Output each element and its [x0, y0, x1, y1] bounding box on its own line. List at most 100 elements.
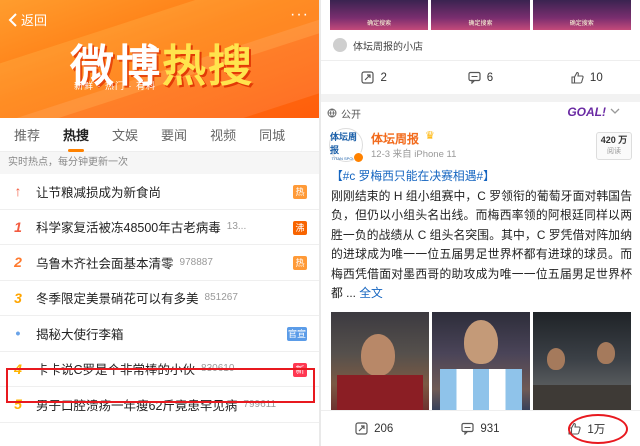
hot-item-2[interactable]: 2 乌鲁木齐社会面基本清零 978887 热 — [0, 245, 319, 281]
like-count: 10 — [589, 71, 603, 84]
rank-number: 4 — [14, 360, 22, 377]
hot-badge: 热 — [293, 256, 307, 270]
post-meta: 12-3 来自 iPhone 11 — [371, 149, 457, 160]
hot-item-3[interactable]: 3 冬季限定美景硝花可以有多美 851267 — [0, 281, 319, 316]
hot-item-title: 乌鲁木齐社会面基本清零 — [36, 256, 174, 271]
rank-number: 3 — [14, 289, 22, 306]
chevron-left-icon — [8, 12, 17, 27]
hot-search-banner: 返回 ··· 微博热搜 新鲜 · 热门 · 有料 — [0, 0, 319, 118]
hot-item-title: 男子口腔溃疡一年瘦62斤竟患罕见病 — [36, 398, 238, 413]
tab-hot-search[interactable]: 热搜 — [63, 125, 89, 152]
goal-logo: GOAL! — [567, 105, 606, 119]
crown-icon: ♛ — [425, 130, 435, 142]
image-caption: 确定搜索 — [468, 21, 493, 27]
comment-icon — [461, 422, 474, 435]
shop-avatar — [333, 38, 347, 52]
previous-post-images: 确定搜索 确定搜索 确定搜索 — [321, 0, 640, 30]
repost-icon — [361, 71, 375, 84]
hot-item-count: 830610 — [201, 363, 235, 375]
logo-part-hot: 热搜 — [162, 41, 254, 92]
author-name[interactable]: 体坛周报 — [371, 130, 419, 147]
photo-ronaldo[interactable] — [331, 311, 429, 415]
category-tabs: 推荐 热搜 文娱 要闻 视频 同城 — [0, 118, 319, 152]
hot-item-count: 13... — [226, 221, 247, 233]
image-thumbnail[interactable]: 确定搜索 — [330, 0, 429, 30]
hot-item-title: 让节粮减损成为新食尚 — [36, 185, 162, 200]
comment-button[interactable]: 931 — [427, 422, 533, 435]
hot-item-promoted[interactable]: • 揭秘大使行李箱 官宣 — [0, 316, 319, 352]
hot-item-pinned[interactable]: ↑ 让节粮减损成为新食尚 热 — [0, 174, 319, 210]
tab-local[interactable]: 同城 — [259, 125, 285, 144]
tab-entertainment[interactable]: 文娱 — [112, 125, 138, 144]
repost-count: 206 — [374, 422, 394, 435]
thumbs-up-icon — [571, 71, 584, 84]
hot-item-count: 978887 — [179, 256, 213, 268]
post-text: 刚刚结束的 H 组小组赛中，C 罗领衔的葡萄牙面对韩国告负，但仍以小组头名出线。… — [331, 188, 632, 301]
back-button[interactable]: 返回 — [8, 10, 47, 29]
repost-count: 2 — [380, 71, 387, 84]
verified-badge-icon — [353, 152, 364, 163]
image-caption: 确定搜索 — [569, 21, 594, 27]
weibo-post-panel: 确定搜索 确定搜索 确定搜索 体坛周报的小店 2 6 10 公开 GOAL! 体… — [321, 0, 640, 446]
tab-recommend[interactable]: 推荐 — [14, 125, 40, 144]
like-button[interactable]: 10 — [534, 71, 640, 84]
photo-chess[interactable] — [533, 311, 631, 415]
post-photos — [321, 304, 640, 415]
feed-separator — [321, 94, 640, 102]
promoted-dot-icon: • — [15, 325, 21, 342]
like-count: 1万 — [587, 423, 606, 436]
hot-badge: 热 — [293, 185, 307, 199]
chevron-down-icon[interactable] — [610, 107, 620, 115]
hot-item-title: 冬季限定美景硝花可以有多美 — [36, 292, 199, 307]
read-label: 阅读 — [607, 148, 621, 155]
comment-count: 931 — [480, 422, 500, 435]
hot-item-4[interactable]: 4 卡卡说C罗是个非常棒的小伙 830610 新 — [0, 352, 319, 387]
comment-icon — [468, 71, 481, 84]
rank-number: 5 — [14, 396, 22, 413]
hot-search-panel: 返回 ··· 微博热搜 新鲜 · 热门 · 有料 推荐 热搜 文娱 要闻 视频 … — [0, 0, 319, 446]
tab-video[interactable]: 视频 — [210, 125, 236, 144]
shop-link[interactable]: 体坛周报的小店 — [321, 30, 640, 60]
image-thumbnail[interactable]: 确定搜索 — [532, 0, 631, 30]
back-label: 返回 — [21, 13, 48, 28]
image-caption: 确定搜索 — [367, 21, 392, 27]
hot-item-1[interactable]: 1 科学家复活被冻48500年古老病毒 13... 沸 — [0, 210, 319, 245]
hot-item-5[interactable]: 5 男子口腔溃疡一年瘦62斤竟患罕见病 799611 — [0, 387, 319, 423]
repost-button[interactable]: 206 — [321, 422, 427, 435]
image-thumbnail[interactable]: 确定搜索 — [431, 0, 530, 30]
rank-number: 1 — [14, 218, 22, 235]
globe-icon — [327, 108, 337, 118]
thumbs-up-icon — [568, 422, 581, 435]
comment-button[interactable]: 6 — [427, 71, 533, 84]
repost-icon — [355, 422, 368, 435]
realtime-notice: 实时热点，每分钟更新一次 — [0, 152, 319, 174]
hot-item-count: 851267 — [204, 292, 238, 304]
visibility-label: 公开 — [341, 109, 361, 121]
read-count: 420 万 — [600, 135, 628, 145]
more-options-icon[interactable]: ··· — [290, 6, 309, 24]
post-hashtag[interactable]: 【#c 罗梅西只能在决赛相遇#】 — [331, 169, 495, 183]
full-text-link[interactable]: 全文 — [359, 286, 383, 300]
repost-button[interactable]: 2 — [321, 71, 427, 84]
like-button[interactable]: 1万 — [534, 421, 640, 437]
post-author: 体坛周报 TITAN SPORTS 体坛周报 ♛ 12-3 来自 iPhone … — [321, 124, 640, 166]
visibility-row: 公开 GOAL! — [321, 102, 640, 124]
logo-subtitle: 新鲜 · 热门 · 有料 — [74, 81, 156, 91]
post-body: 【#c 罗梅西只能在决赛相遇#】 刚刚结束的 H 组小组赛中，C 罗领衔的葡萄牙… — [321, 166, 640, 304]
previous-post-actions: 2 6 10 — [321, 60, 640, 94]
tab-news[interactable]: 要闻 — [161, 125, 187, 144]
photo-messi[interactable] — [432, 311, 530, 415]
hot-item-title: 科学家复活被冻48500年古老病毒 — [36, 221, 221, 236]
post-actions: 206 931 1万 — [321, 410, 640, 446]
read-count-badge: 420 万 阅读 — [596, 132, 632, 160]
shop-label: 体坛周报的小店 — [353, 41, 423, 53]
new-badge: 新 — [293, 362, 307, 377]
pinned-icon: ↑ — [14, 183, 22, 200]
hot-item-title: 揭秘大使行李箱 — [36, 327, 124, 342]
hot-item-title: 卡卡说C罗是个非常棒的小伙 — [36, 363, 196, 378]
boiling-badge: 沸 — [293, 220, 307, 235]
hot-item-count: 799611 — [243, 398, 277, 410]
hot-search-list: ↑ 让节粮减损成为新食尚 热 1 科学家复活被冻48500年古老病毒 13...… — [0, 174, 319, 423]
comment-count: 6 — [486, 71, 494, 84]
official-badge: 官宣 — [287, 327, 307, 341]
